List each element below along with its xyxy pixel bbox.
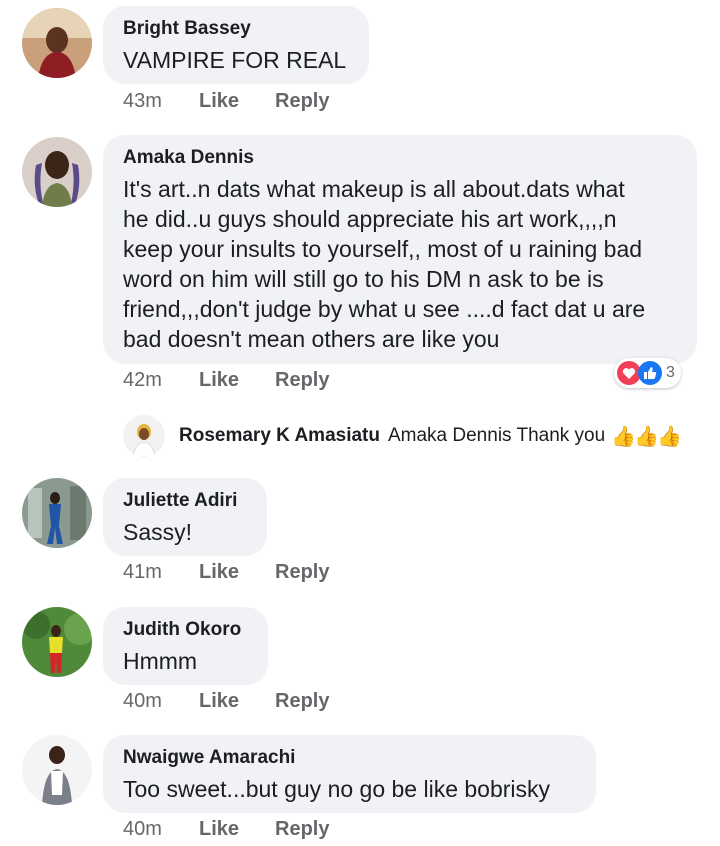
reply-preview[interactable]: Rosemary K Amasiatu Amaka Dennis Thank y…	[123, 415, 682, 457]
like-button[interactable]: Like	[199, 90, 275, 113]
like-button[interactable]: Like	[199, 818, 275, 841]
comment-author[interactable]: Amaka Dennis	[123, 146, 677, 170]
comment-text: Too sweet...but guy no go be like bobris…	[123, 776, 551, 802]
comment-text-line: friend,,,don't judge by what u see ....d…	[123, 296, 646, 322]
reply-text: Amaka Dennis Thank you	[387, 425, 606, 446]
comment-bubble: Bright Bassey VAMPIRE FOR REAL	[103, 6, 369, 84]
comment-text: Sassy!	[123, 519, 193, 545]
comment-bubble: Nwaigwe Amarachi Too sweet...but guy no …	[103, 735, 596, 813]
reply-button[interactable]: Reply	[275, 690, 329, 713]
avatar[interactable]	[22, 137, 92, 207]
comment-actions: 42m Like Reply	[123, 369, 329, 392]
comment-text: Hmmm	[123, 648, 198, 674]
comment-time[interactable]: 40m	[123, 818, 199, 841]
comment-time[interactable]: 41m	[123, 561, 199, 584]
comment-time[interactable]: 43m	[123, 90, 199, 113]
reply-button[interactable]: Reply	[275, 561, 329, 584]
comment-time[interactable]: 40m	[123, 690, 199, 713]
reaction-summary[interactable]: 3	[614, 358, 681, 388]
comment-author[interactable]: Bright Bassey	[123, 17, 349, 41]
comment-author[interactable]: Judith Okoro	[123, 618, 248, 642]
comment-actions: 40m Like Reply	[123, 690, 329, 713]
comment-actions: 43m Like Reply	[123, 90, 329, 113]
like-button[interactable]: Like	[199, 690, 275, 713]
avatar[interactable]	[22, 478, 92, 548]
comment-text-line: he did..u guys should appreciate his art…	[123, 206, 617, 232]
avatar[interactable]	[123, 415, 165, 457]
avatar[interactable]	[22, 735, 92, 805]
comment-text-line: bad doesn't mean others are like you	[123, 326, 500, 352]
reply-author[interactable]: Rosemary K Amasiatu	[179, 425, 380, 447]
avatar[interactable]	[22, 607, 92, 677]
reply-button[interactable]: Reply	[275, 818, 329, 841]
comment-text: VAMPIRE FOR REAL	[123, 47, 347, 73]
comment-bubble: Judith Okoro Hmmm	[103, 607, 268, 685]
comment-time[interactable]: 42m	[123, 369, 199, 392]
thumbs-up-emoji: 👍👍👍	[611, 425, 682, 448]
comment-author[interactable]: Nwaigwe Amarachi	[123, 746, 576, 770]
comment-text-line: It's art..n dats what makeup is all abou…	[123, 176, 625, 202]
reaction-count: 3	[666, 364, 675, 381]
comment-text: It's art..n dats what makeup is all abou…	[123, 174, 677, 354]
comment-text-line: word on him will still go to his DM n as…	[123, 266, 604, 292]
avatar[interactable]	[22, 8, 92, 78]
comment-author[interactable]: Juliette Adiri	[123, 489, 247, 513]
comment-actions: 41m Like Reply	[123, 561, 329, 584]
like-button[interactable]: Like	[199, 369, 275, 392]
comment-bubble: Juliette Adiri Sassy!	[103, 478, 267, 556]
like-button[interactable]: Like	[199, 561, 275, 584]
reply-button[interactable]: Reply	[275, 369, 329, 392]
reply-button[interactable]: Reply	[275, 90, 329, 113]
like-icon	[638, 361, 662, 385]
comment-actions: 40m Like Reply	[123, 818, 329, 841]
comment-text-line: keep your insults to yourself,, most of …	[123, 236, 643, 262]
comment-bubble: Amaka Dennis It's art..n dats what makeu…	[103, 135, 697, 364]
